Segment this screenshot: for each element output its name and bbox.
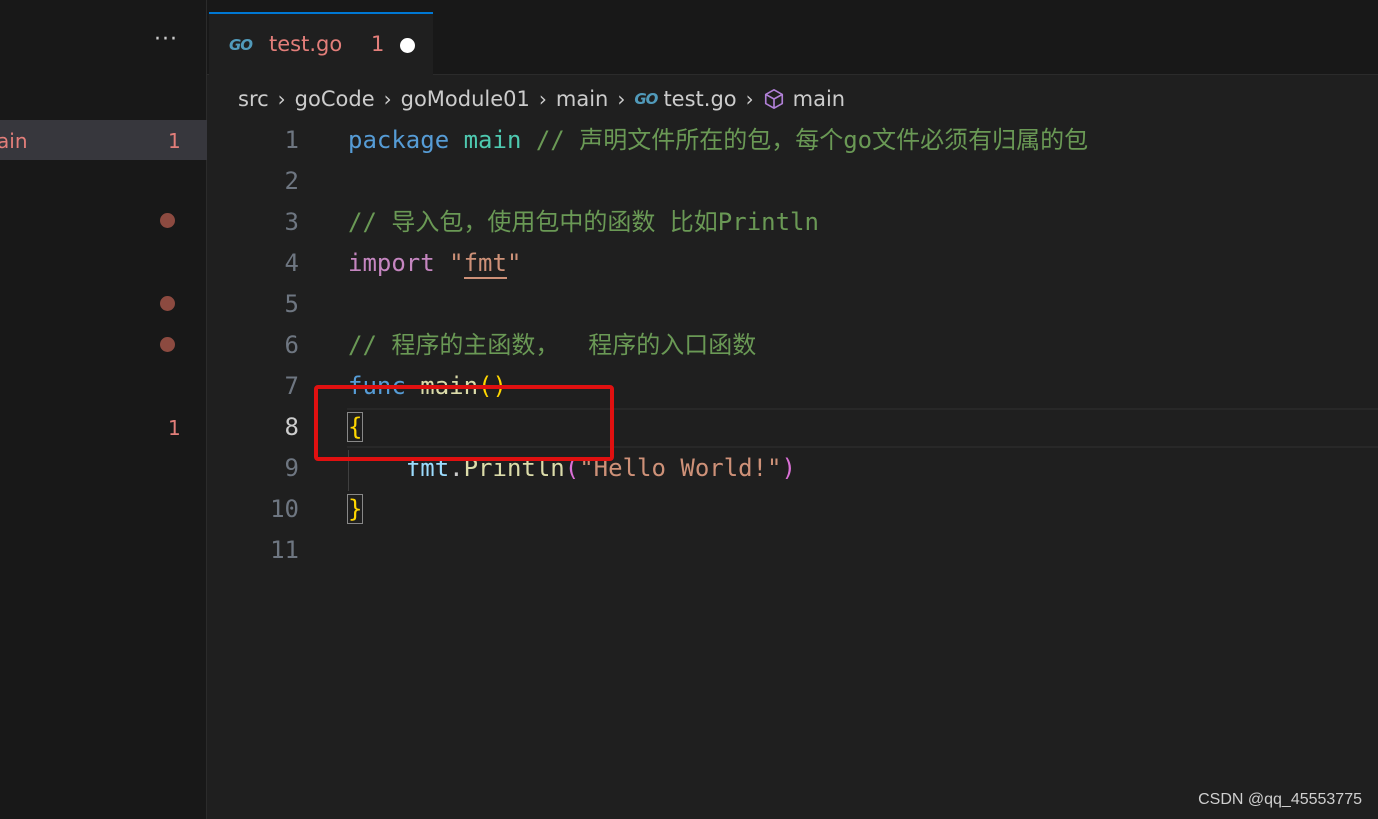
problem-count-badge: 1 bbox=[168, 129, 181, 153]
breadcrumb-item[interactable]: goCode bbox=[295, 87, 375, 111]
string-quote: " bbox=[506, 249, 522, 277]
breadcrumb: src › goCode › goModule01 › main › GO te… bbox=[238, 82, 845, 116]
code-line: import "fmt" bbox=[348, 243, 521, 284]
breadcrumb-item[interactable]: goModule01 bbox=[401, 87, 530, 111]
tab-problem-count: 1 bbox=[371, 32, 385, 56]
code-editor[interactable]: 1 2 3 4 5 6 7 8 9 10 11 package main // … bbox=[207, 120, 1378, 819]
problem-count-badge: 1 bbox=[168, 416, 181, 440]
sidebar-item-label: ain bbox=[0, 129, 28, 153]
line-number: 11 bbox=[270, 536, 299, 564]
sidebar-item-main[interactable]: ain 1 bbox=[0, 120, 207, 160]
breadcrumb-item[interactable]: main bbox=[556, 87, 608, 111]
line-number: 1 bbox=[284, 126, 299, 154]
comment: // 导入包，使用包中的函数 比如Println bbox=[348, 208, 819, 236]
tab-test-go[interactable]: GO test.go 1 bbox=[209, 12, 433, 75]
code-line: // 程序的主函数， 程序的入口函数 bbox=[348, 325, 756, 366]
line-number: 10 bbox=[270, 495, 299, 523]
breadcrumb-item[interactable]: src bbox=[238, 87, 269, 111]
close-brace: } bbox=[346, 494, 364, 524]
code-line: package main // 声明文件所在的包，每个go文件必须有归属的包 bbox=[348, 120, 1088, 161]
modified-dot-icon bbox=[160, 213, 175, 228]
sidebar-item[interactable]: 1 bbox=[0, 407, 207, 447]
go-file-icon: GO bbox=[634, 90, 658, 108]
breadcrumb-file[interactable]: test.go bbox=[663, 87, 736, 111]
line-number: 3 bbox=[284, 208, 299, 236]
line-number: 9 bbox=[284, 454, 299, 482]
chevron-right-icon: › bbox=[277, 87, 286, 111]
line-number: 4 bbox=[284, 249, 299, 277]
comment: // 声明文件所在的包，每个go文件必须有归属的包 bbox=[535, 126, 1089, 154]
modified-dot-icon bbox=[160, 296, 175, 311]
import-path: fmt bbox=[463, 249, 507, 279]
more-actions-button[interactable]: ··· bbox=[151, 28, 181, 58]
unsaved-dot-icon[interactable] bbox=[400, 38, 415, 53]
string-quote: " bbox=[449, 249, 464, 277]
line-number: 6 bbox=[284, 331, 299, 359]
code-line: // 导入包，使用包中的函数 比如Println bbox=[348, 202, 819, 243]
chevron-right-icon: › bbox=[617, 87, 626, 111]
annotation-highlight-box bbox=[314, 385, 614, 461]
go-file-icon: GO bbox=[229, 36, 253, 54]
editor-tab-bar: GO test.go 1 bbox=[207, 0, 1378, 75]
breadcrumb-symbol[interactable]: main bbox=[793, 87, 845, 111]
comment: // 程序的主函数， 程序的入口函数 bbox=[348, 331, 757, 359]
paren: ) bbox=[781, 454, 796, 482]
line-number: 5 bbox=[284, 290, 299, 318]
chevron-right-icon: › bbox=[745, 87, 754, 111]
package-cube-icon bbox=[763, 88, 785, 110]
chevron-right-icon: › bbox=[383, 87, 392, 111]
keyword: package bbox=[348, 126, 450, 154]
package-name: main bbox=[463, 126, 522, 154]
watermark: CSDN @qq_45553775 bbox=[1198, 791, 1362, 808]
line-number: 7 bbox=[284, 372, 299, 400]
keyword: import bbox=[348, 249, 435, 277]
modified-dot-icon bbox=[160, 337, 175, 352]
tab-label: test.go bbox=[269, 32, 343, 56]
chevron-right-icon: › bbox=[538, 87, 547, 111]
line-number: 8 bbox=[284, 413, 299, 441]
code-line: } bbox=[346, 489, 364, 530]
explorer-sidebar: ··· ain 1 1 bbox=[0, 0, 207, 819]
line-number: 2 bbox=[284, 167, 299, 195]
